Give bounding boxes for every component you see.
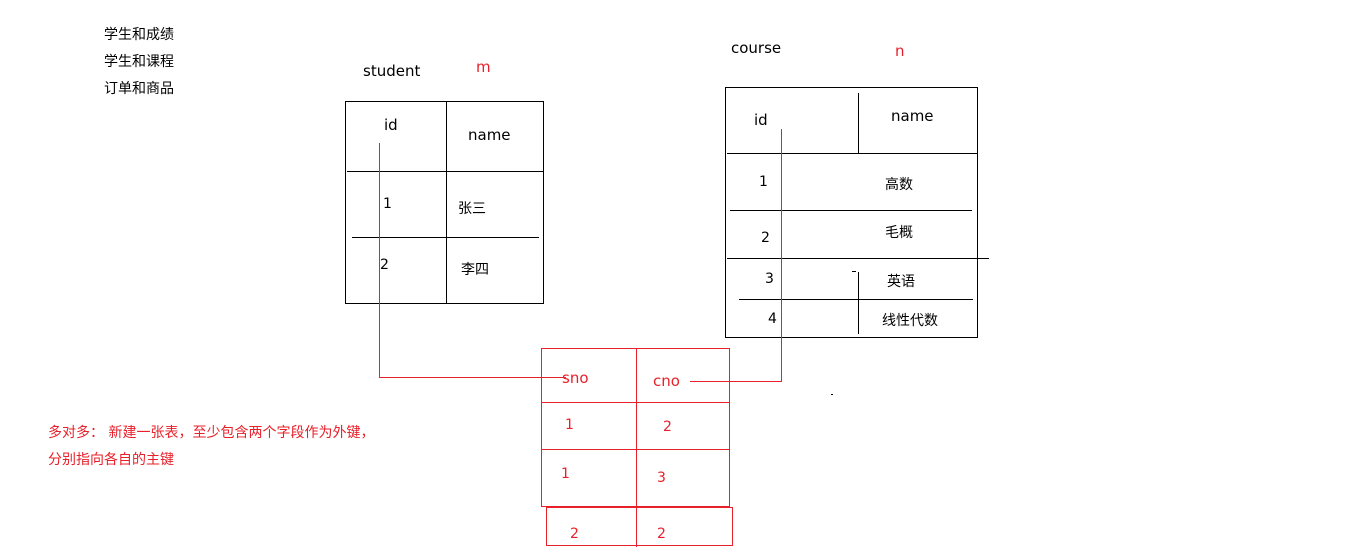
course-row1-name: 高数 [885,177,913,193]
course-row3-name: 英语 [887,274,915,290]
student-table-title: student [363,62,421,80]
student-row2-name: 李四 [461,262,489,278]
example-courses: 学生和课程 [104,54,174,70]
join-row-divider [542,449,729,450]
course-row1-id: 1 [759,174,768,190]
join-column-divider [636,349,637,547]
course-row1-divider [730,210,972,211]
fk-line-course-horizontal [690,381,782,382]
student-header-divider [347,171,543,172]
join-header-sno: sno [562,369,589,387]
student-row1-id: 1 [383,196,392,212]
course-row3-id: 3 [765,271,774,287]
join-header-cno: cno [653,372,680,390]
join-row2-cno: 3 [657,470,666,486]
course-header-name: name [891,107,934,125]
note-line-2: 分别指向各自的主键 [48,452,174,468]
student-row-divider [352,237,539,238]
fk-line-student-horizontal [379,377,566,378]
course-row2-id: 2 [761,230,770,246]
course-table-title: course [731,39,782,57]
course-cardinality: n [895,42,905,60]
join-row1-cno: 2 [663,419,672,435]
join-row2-sno: 1 [561,466,570,482]
join-row3-sno: 2 [570,526,579,542]
student-header-id: id [384,116,398,134]
fk-line-student-vertical [379,143,380,377]
join-row3-cno: 2 [657,526,666,542]
example-orders: 订单和商品 [104,81,174,97]
student-table [345,101,544,304]
course-column-divider-top [858,93,859,153]
student-header-name: name [468,126,511,144]
student-column-divider [446,101,447,304]
student-row2-id: 2 [380,257,389,273]
course-row4-name: 线性代数 [882,313,938,329]
stray-mark-dash [852,271,856,272]
note-line-1: 多对多： 新建一张表，至少包含两个字段作为外键， [48,425,375,441]
course-column-divider-bottom [858,272,859,334]
student-row1-name: 张三 [458,201,486,217]
course-row4-id: 4 [768,311,777,327]
fk-line-course-vertical [781,129,782,382]
example-scores: 学生和成绩 [104,27,174,43]
course-row3-divider [739,299,973,300]
course-header-id: id [754,111,768,129]
stray-mark-dot [831,394,833,395]
join-header-divider [542,402,729,403]
course-row2-name: 毛概 [885,225,913,241]
course-header-divider [727,153,977,154]
course-row2-divider [727,258,989,259]
join-row1-sno: 1 [565,417,574,433]
student-cardinality: m [476,58,491,76]
